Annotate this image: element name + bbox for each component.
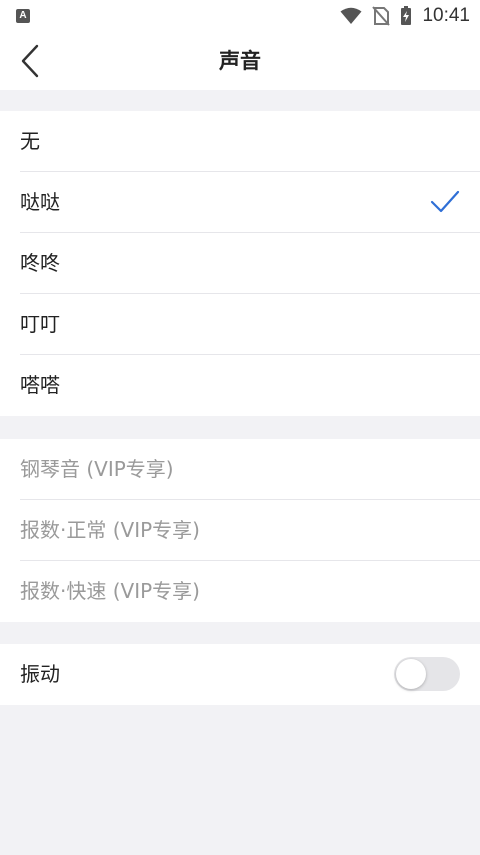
sound-option-label: 叮叮 (20, 312, 60, 336)
vibration-section: 振动 (0, 644, 480, 705)
status-icons: 10:41 (340, 0, 470, 32)
status-bar: 10:41 (0, 0, 480, 32)
sound-option-dada[interactable]: 哒哒 (0, 172, 480, 233)
sound-options-list: 无 哒哒 咚咚 叮叮 嗒嗒 (0, 111, 480, 416)
page-title: 声音 (219, 49, 261, 73)
no-sim-icon (372, 6, 391, 26)
vip-sound-options-list: 钢琴音 (VIP专享) 报数·正常 (VIP专享) 报数·快速 (VIP专享) (0, 439, 480, 622)
vibration-row: 振动 (0, 644, 480, 705)
back-button[interactable] (8, 38, 52, 84)
toggle-knob (396, 659, 426, 689)
vip-option-count-normal[interactable]: 报数·正常 (VIP专享) (0, 500, 480, 561)
sound-option-label: 无 (20, 129, 40, 153)
vip-option-label: 报数·快速 (VIP专享) (20, 579, 200, 603)
wifi-icon (340, 7, 362, 24)
sound-option-dingding[interactable]: 叮叮 (0, 294, 480, 355)
vibration-toggle[interactable] (394, 657, 460, 691)
app-notification-icon (16, 9, 30, 23)
sound-option-tata[interactable]: 嗒嗒 (0, 355, 480, 416)
sound-option-label: 咚咚 (20, 251, 60, 275)
vip-option-piano[interactable]: 钢琴音 (VIP专享) (0, 439, 480, 500)
vip-option-label: 报数·正常 (VIP专享) (20, 518, 200, 542)
status-time: 10:41 (422, 5, 470, 26)
sound-option-none[interactable]: 无 (0, 111, 480, 172)
sound-option-label: 哒哒 (20, 190, 60, 214)
vip-option-count-fast[interactable]: 报数·快速 (VIP专享) (0, 561, 480, 622)
chevron-left-icon (21, 44, 39, 78)
battery-charging-icon (401, 6, 412, 25)
checkmark-icon (430, 190, 460, 213)
vibration-label: 振动 (20, 662, 60, 686)
sound-option-label: 嗒嗒 (20, 373, 60, 397)
app-header: 声音 (0, 32, 480, 90)
sound-option-dongdong[interactable]: 咚咚 (0, 233, 480, 294)
vip-option-label: 钢琴音 (VIP专享) (20, 457, 174, 481)
